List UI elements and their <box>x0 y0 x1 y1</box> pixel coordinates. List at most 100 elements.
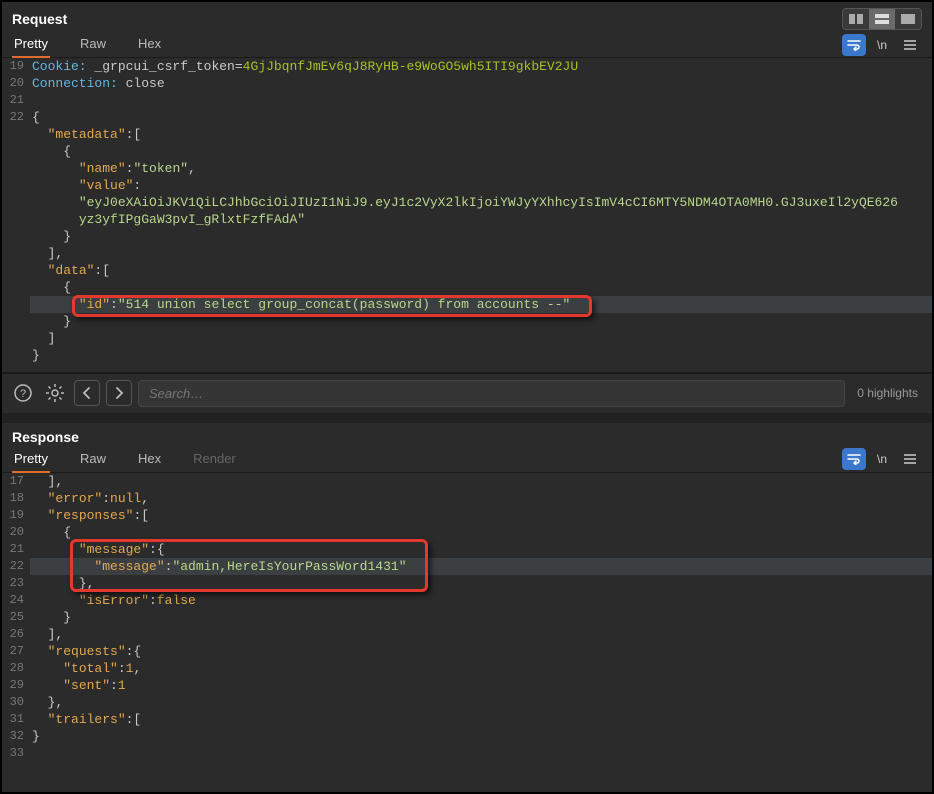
tab-pretty[interactable]: Pretty <box>12 32 62 57</box>
line-content[interactable]: ] <box>30 330 932 347</box>
line-content[interactable]: }, <box>30 575 932 592</box>
view-mode-horizontal[interactable] <box>843 9 869 29</box>
code-line: yz3yfIPgGaW3pvI_gRlxtFzfFAdA" <box>2 211 932 228</box>
line-number: 33 <box>2 745 30 762</box>
line-content[interactable]: Cookie: _grpcui_csrf_token=4GjJbqnfJmEv6… <box>30 58 932 75</box>
line-content[interactable]: { <box>30 524 932 541</box>
code-line: 29 "sent":1 <box>2 677 932 694</box>
line-content[interactable]: "name":"token", <box>30 160 932 177</box>
tab-hex[interactable]: Hex <box>136 447 175 472</box>
line-number: 20 <box>2 75 30 92</box>
back-button[interactable] <box>74 380 100 406</box>
tab-render[interactable]: Render <box>191 447 250 472</box>
code-line: 30 }, <box>2 694 932 711</box>
code-line: } <box>2 347 932 364</box>
line-number: 28 <box>2 660 30 677</box>
line-content[interactable]: } <box>30 313 932 330</box>
line-content[interactable]: "metadata":[ <box>30 126 932 143</box>
code-line: ] <box>2 330 932 347</box>
tab-raw[interactable]: Raw <box>78 32 120 57</box>
line-content[interactable]: "eyJ0eXAiOiJKV1QiLCJhbGciOiJIUzI1NiJ9.ey… <box>30 194 932 211</box>
line-content[interactable]: yz3yfIPgGaW3pvI_gRlxtFzfFAdA" <box>30 211 932 228</box>
line-content[interactable]: { <box>30 143 932 160</box>
highlight-count: 0 highlights <box>851 386 924 400</box>
line-content[interactable]: "id":"514 union select group_concat(pass… <box>30 296 932 313</box>
code-line: 28 "total":1, <box>2 660 932 677</box>
line-content[interactable]: ], <box>30 245 932 262</box>
code-line: 22 "message":"admin,HereIsYourPassWord14… <box>2 558 932 575</box>
line-content[interactable]: }, <box>30 694 932 711</box>
response-header: Response <box>2 423 932 447</box>
response-title: Response <box>12 429 79 445</box>
tab-raw[interactable]: Raw <box>78 447 120 472</box>
line-content[interactable]: "total":1, <box>30 660 932 677</box>
code-line: 21 "message":{ <box>2 541 932 558</box>
line-content[interactable]: } <box>30 228 932 245</box>
response-tabs: Pretty Raw Hex Render <box>12 447 266 472</box>
line-number: 22 <box>2 558 30 575</box>
code-line: { <box>2 143 932 160</box>
line-number: 32 <box>2 728 30 745</box>
line-number: 22 <box>2 109 30 126</box>
code-line: } <box>2 313 932 330</box>
wrap-toggle[interactable] <box>842 34 866 56</box>
code-line: { <box>2 279 932 296</box>
code-line: 31 "trailers":[ <box>2 711 932 728</box>
line-content[interactable]: } <box>30 347 932 364</box>
line-content[interactable]: "value": <box>30 177 932 194</box>
newline-toggle[interactable]: \n <box>870 34 894 56</box>
response-code-area[interactable]: 17 ],18 "error":null,19 "responses":[20 … <box>2 473 932 793</box>
menu-button[interactable] <box>898 448 922 470</box>
line-content[interactable]: "requests":{ <box>30 643 932 660</box>
line-content[interactable]: "trailers":[ <box>30 711 932 728</box>
newline-toggle[interactable]: \n <box>870 448 894 470</box>
tab-pretty[interactable]: Pretty <box>12 447 62 472</box>
tab-hex[interactable]: Hex <box>136 32 175 57</box>
code-line: 21 <box>2 92 932 109</box>
view-mode-vertical[interactable] <box>869 9 895 29</box>
request-tabs-row: Pretty Raw Hex \n <box>2 32 932 58</box>
toolbar: ? 0 highlights <box>2 373 932 413</box>
line-content[interactable]: "data":[ <box>30 262 932 279</box>
line-number: 18 <box>2 490 30 507</box>
line-number: 19 <box>2 58 30 75</box>
svg-text:?: ? <box>20 388 26 400</box>
help-button[interactable]: ? <box>10 380 36 406</box>
request-right-controls: \n <box>842 34 922 56</box>
line-content[interactable]: } <box>30 728 932 745</box>
response-tabs-row: Pretty Raw Hex Render \n <box>2 447 932 473</box>
line-content[interactable]: "isError":false <box>30 592 932 609</box>
line-number: 30 <box>2 694 30 711</box>
wrap-toggle[interactable] <box>842 448 866 470</box>
line-content[interactable]: { <box>30 109 932 126</box>
line-content[interactable]: "responses":[ <box>30 507 932 524</box>
line-content[interactable]: "message":"admin,HereIsYourPassWord1431" <box>30 558 932 575</box>
forward-button[interactable] <box>106 380 132 406</box>
code-line: "id":"514 union select group_concat(pass… <box>2 296 932 313</box>
code-line: ], <box>2 245 932 262</box>
code-line: 23 }, <box>2 575 932 592</box>
panel-gap[interactable] <box>2 413 932 423</box>
line-content[interactable]: "message":{ <box>30 541 932 558</box>
line-content[interactable]: } <box>30 609 932 626</box>
line-number: 17 <box>2 473 30 490</box>
request-code-area[interactable]: 19Cookie: _grpcui_csrf_token=4GjJbqnfJmE… <box>2 58 932 372</box>
line-number: 21 <box>2 541 30 558</box>
line-number: 31 <box>2 711 30 728</box>
code-line: 26 ], <box>2 626 932 643</box>
code-line: "eyJ0eXAiOiJKV1QiLCJhbGciOiJIUzI1NiJ9.ey… <box>2 194 932 211</box>
line-content[interactable]: ], <box>30 626 932 643</box>
line-content[interactable]: "error":null, <box>30 490 932 507</box>
line-number: 24 <box>2 592 30 609</box>
code-line: 22{ <box>2 109 932 126</box>
line-content[interactable]: ], <box>30 473 932 490</box>
line-content[interactable]: { <box>30 279 932 296</box>
line-content[interactable]: "sent":1 <box>30 677 932 694</box>
search-input[interactable] <box>138 380 845 407</box>
view-mode-single[interactable] <box>895 9 921 29</box>
line-number: 29 <box>2 677 30 694</box>
settings-button[interactable] <box>42 380 68 406</box>
menu-button[interactable] <box>898 34 922 56</box>
line-content[interactable]: Connection: close <box>30 75 932 92</box>
line-number: 21 <box>2 92 30 109</box>
